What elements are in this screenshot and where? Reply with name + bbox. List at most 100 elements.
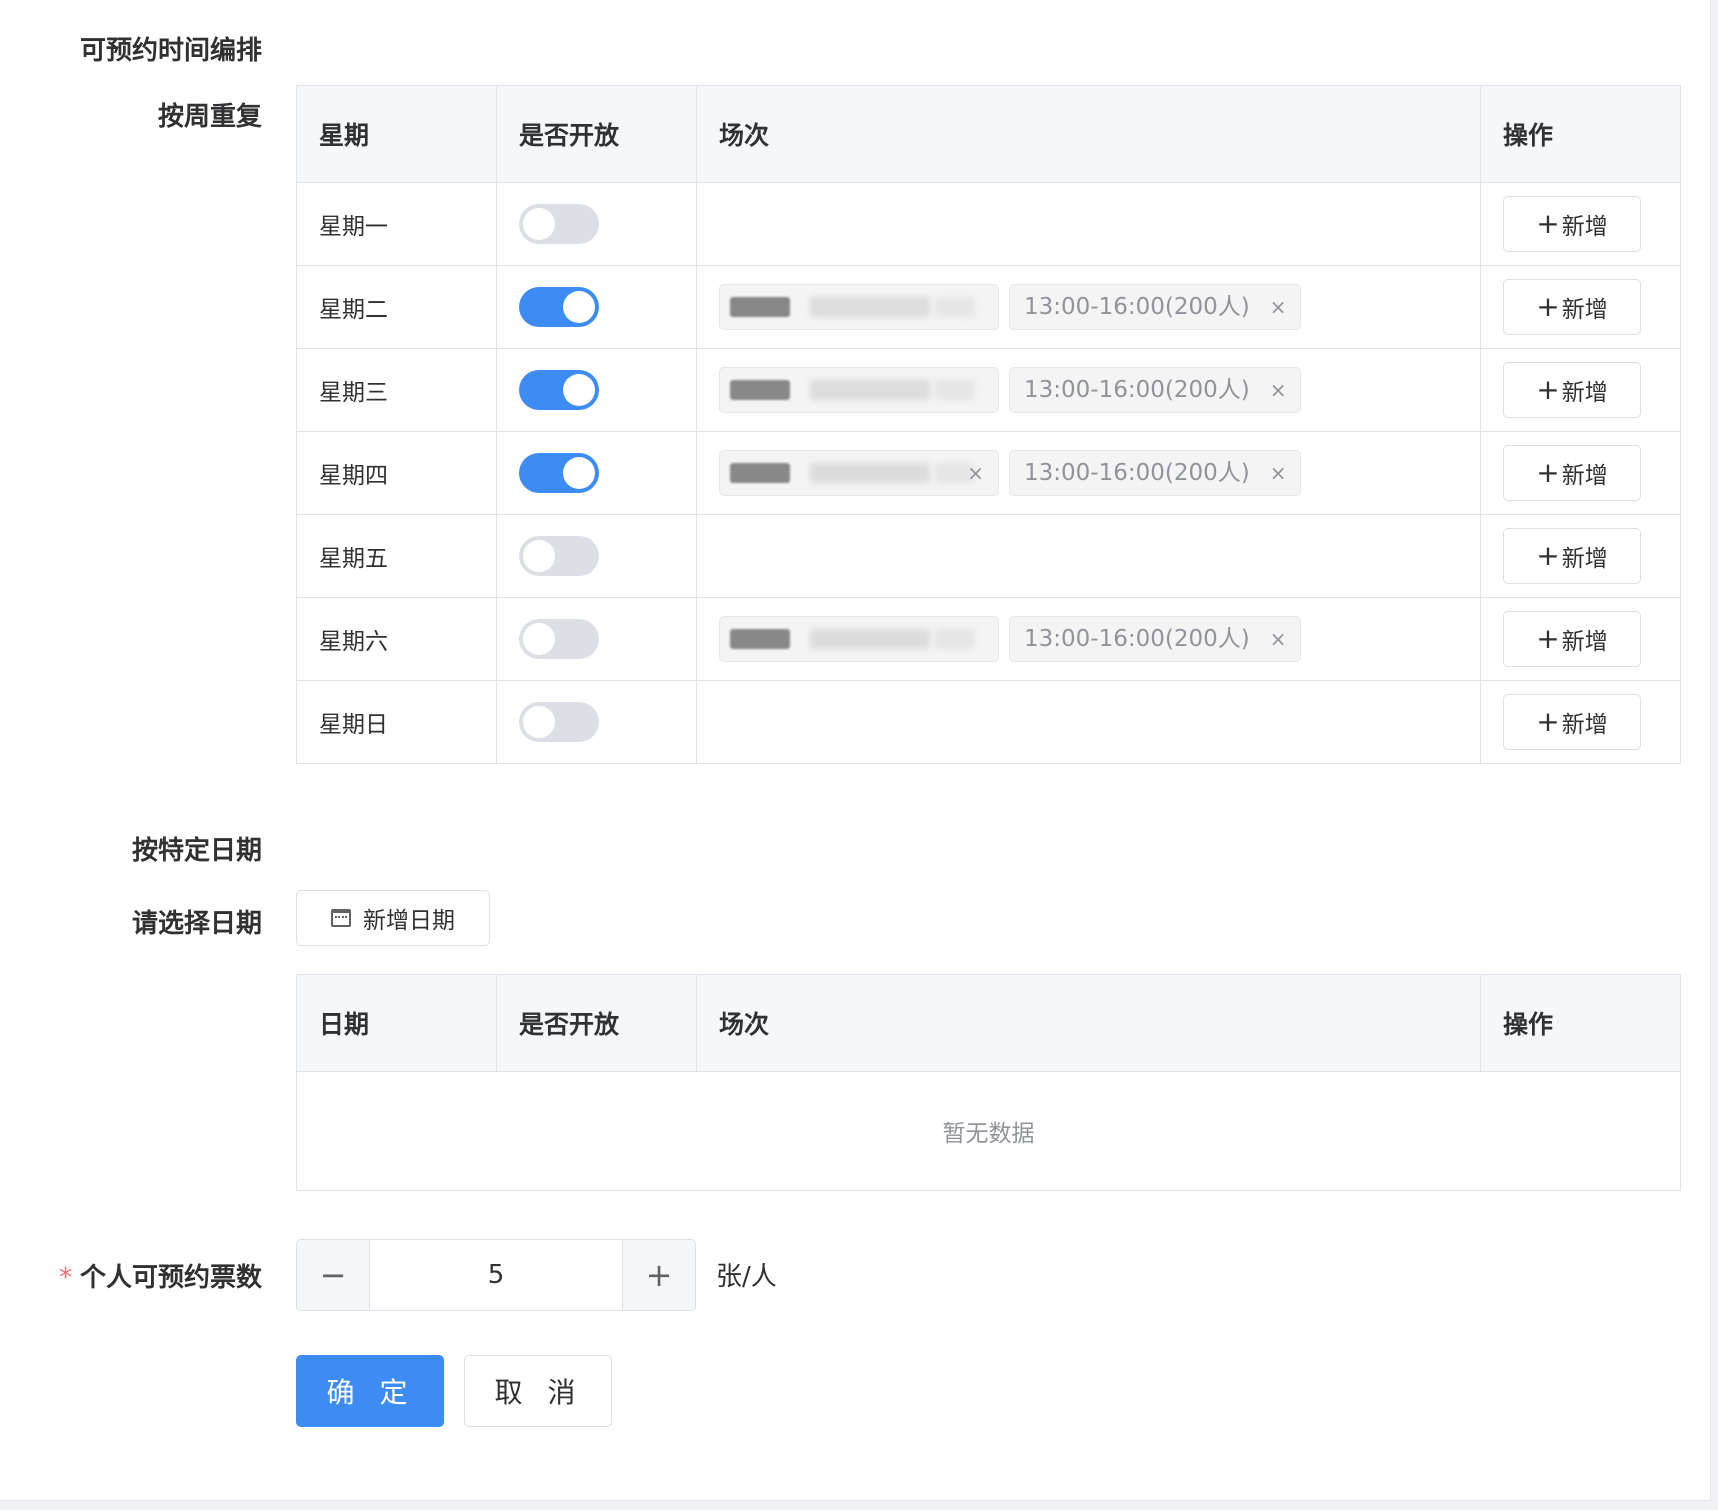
schedule-label: 可预约时间编排	[79, 36, 262, 66]
plus-icon: +	[1536, 622, 1560, 655]
weekly-table-header: 星期 是否开放 场次 操作	[296, 85, 1681, 183]
table-row: 星期日 + 新增	[296, 680, 1681, 764]
open-switch[interactable]	[519, 619, 599, 659]
header-open: 是否开放	[496, 974, 697, 1072]
header-weekday: 星期	[296, 85, 497, 183]
redaction-mark	[730, 629, 790, 649]
open-cell	[496, 348, 697, 432]
add-session-label: 新增	[1561, 214, 1608, 240]
open-switch[interactable]	[519, 204, 599, 244]
add-session-label: 新增	[1561, 297, 1608, 323]
table-row: 星期二 13:00-16:00(200人) × + 新增	[296, 265, 1681, 349]
weekday-cell: 星期三	[296, 348, 497, 432]
header-date: 日期	[296, 974, 497, 1072]
redaction-mark	[935, 380, 975, 400]
add-session-button[interactable]: + 新增	[1503, 445, 1641, 501]
header-open: 是否开放	[496, 85, 697, 183]
sessions-cell: 13:00-16:00(200人) ×	[696, 265, 1481, 349]
header-actions: 操作	[1480, 85, 1681, 183]
add-session-label: 新增	[1561, 463, 1608, 489]
add-session-button[interactable]: + 新增	[1503, 196, 1641, 252]
sessions-cell	[696, 680, 1481, 764]
plus-icon: +	[1536, 456, 1560, 489]
close-icon[interactable]: ×	[1270, 295, 1287, 319]
redaction-mark	[935, 297, 975, 317]
session-tag-redacted	[719, 367, 999, 413]
actions-cell: + 新增	[1480, 348, 1681, 432]
add-session-label: 新增	[1561, 629, 1608, 655]
close-icon[interactable]: ×	[1270, 378, 1287, 402]
tickets-input[interactable]: 5	[370, 1240, 622, 1310]
session-text: 13:00-16:00(200人)	[1024, 294, 1250, 320]
open-cell	[496, 431, 697, 515]
open-switch[interactable]	[519, 702, 599, 742]
switch-knob	[563, 291, 595, 323]
add-session-button[interactable]: + 新增	[1503, 279, 1641, 335]
weekly-repeat-label: 按周重复	[157, 102, 262, 132]
add-date-label: 新增日期	[363, 908, 455, 934]
required-mark: *	[58, 1263, 72, 1293]
weekday-cell: 星期日	[296, 680, 497, 764]
session-tag: 13:00-16:00(200人) ×	[1009, 450, 1302, 496]
session-tag-redacted	[719, 616, 999, 662]
open-switch[interactable]	[519, 453, 599, 493]
switch-knob	[563, 457, 595, 489]
session-tag: 13:00-16:00(200人) ×	[1009, 284, 1302, 330]
session-text: 13:00-16:00(200人)	[1024, 377, 1250, 403]
open-switch[interactable]	[519, 536, 599, 576]
actions-cell: + 新增	[1480, 514, 1681, 598]
add-session-button[interactable]: + 新增	[1503, 362, 1641, 418]
redaction-mark	[730, 380, 790, 400]
calendar-icon	[331, 909, 351, 927]
switch-knob	[563, 374, 595, 406]
tickets-label-text: 个人可预约票数	[79, 1263, 262, 1293]
switch-knob	[523, 208, 555, 240]
open-cell	[496, 680, 697, 764]
open-switch[interactable]	[519, 370, 599, 410]
redaction-mark	[730, 463, 790, 483]
redaction-mark	[935, 629, 975, 649]
sessions-cell: 13:00-16:00(200人) ×	[696, 348, 1481, 432]
session-tag-redacted: ×	[719, 450, 999, 496]
session-text: 13:00-16:00(200人)	[1024, 460, 1250, 486]
confirm-button[interactable]: 确 定	[296, 1355, 444, 1427]
close-icon[interactable]: ×	[1270, 627, 1287, 651]
add-date-button[interactable]: 新增日期	[296, 890, 490, 946]
switch-knob	[523, 540, 555, 572]
header-sessions: 场次	[696, 85, 1481, 183]
table-row: 星期六 13:00-16:00(200人) × + 新增	[296, 597, 1681, 681]
actions-cell: + 新增	[1480, 680, 1681, 764]
weekday-cell: 星期六	[296, 597, 497, 681]
plus-icon: +	[1536, 290, 1560, 323]
redaction-mark	[810, 297, 930, 317]
sessions-cell: × 13:00-16:00(200人) ×	[696, 431, 1481, 515]
date-table-header: 日期 是否开放 场次 操作	[296, 974, 1681, 1072]
open-cell	[496, 597, 697, 681]
open-cell	[496, 182, 697, 266]
weekday-cell: 星期二	[296, 265, 497, 349]
sessions-cell	[696, 182, 1481, 266]
session-text: 13:00-16:00(200人)	[1024, 626, 1250, 652]
tickets-unit: 张/人	[716, 1262, 777, 1292]
redaction-mark	[810, 380, 930, 400]
tickets-stepper: − 5 +	[296, 1239, 696, 1311]
increase-button[interactable]: +	[622, 1240, 695, 1310]
date-table: 日期 是否开放 场次 操作 暂无数据	[296, 974, 1681, 1191]
close-icon[interactable]: ×	[967, 451, 984, 495]
actions-cell: + 新增	[1480, 597, 1681, 681]
weekly-table: 星期 是否开放 场次 操作 星期一 + 新增 星期二 13:00-16:00(200人)…	[296, 85, 1681, 764]
table-row: 星期四 × 13:00-16:00(200人) × + 新增	[296, 431, 1681, 515]
open-switch[interactable]	[519, 287, 599, 327]
add-session-button[interactable]: + 新增	[1503, 694, 1641, 750]
redaction-mark	[810, 463, 930, 483]
table-row: 星期一 + 新增	[296, 182, 1681, 266]
add-session-button[interactable]: + 新增	[1503, 528, 1641, 584]
redaction-mark	[810, 629, 930, 649]
close-icon[interactable]: ×	[1270, 461, 1287, 485]
actions-cell: + 新增	[1480, 265, 1681, 349]
decrease-button[interactable]: −	[297, 1240, 370, 1310]
switch-knob	[523, 706, 555, 738]
plus-icon: +	[1536, 539, 1560, 572]
add-session-button[interactable]: + 新增	[1503, 611, 1641, 667]
cancel-button[interactable]: 取 消	[464, 1355, 612, 1427]
